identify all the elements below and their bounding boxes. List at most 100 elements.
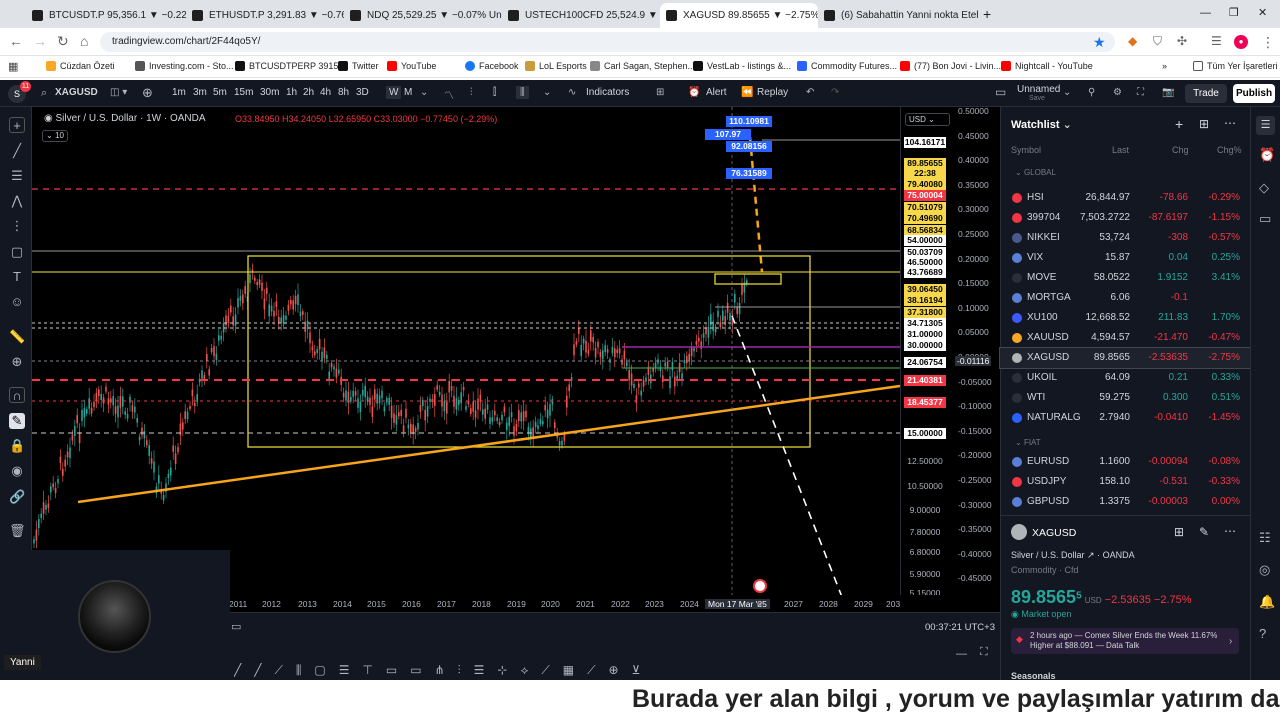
- watchlist-row[interactable]: XAGUSD 89.8565 -2.53635 -2.75%: [999, 347, 1251, 369]
- bookmark-item[interactable]: Carl Sagan, Stephen...: [590, 61, 695, 71]
- search-icon[interactable]: ⌕: [41, 87, 47, 100]
- interval-m[interactable]: M: [404, 87, 412, 98]
- symbol-search[interactable]: XAGUSD: [55, 87, 98, 98]
- interval-1h[interactable]: 1h: [286, 87, 297, 98]
- indicators-icon[interactable]: ∿: [568, 87, 576, 98]
- watchlist-row[interactable]: WTI 59.275 0.300 0.51%: [1000, 388, 1250, 408]
- candles-icon[interactable]: ⫼: [516, 86, 529, 99]
- event-flag-icon[interactable]: [753, 579, 767, 593]
- interval-15m[interactable]: 15m: [234, 87, 253, 98]
- watchlist-row[interactable]: USDJPY 158.10 -0.531 -0.33%: [1000, 472, 1250, 492]
- menu-icon[interactable]: ⋮: [1261, 34, 1275, 51]
- shield-icon[interactable]: ⛉: [1153, 34, 1162, 49]
- col-last[interactable]: Last: [1112, 145, 1129, 155]
- bookmark-item[interactable]: LoL Esports: [525, 61, 587, 71]
- templates-icon[interactable]: ⊞: [656, 87, 664, 98]
- help-icon[interactable]: ?: [1259, 626, 1266, 641]
- interval-1m[interactable]: 1m: [172, 87, 186, 98]
- settings-icon[interactable]: ⚙: [1113, 87, 1122, 98]
- section-fiat[interactable]: ⌄ FIAT: [1015, 438, 1041, 447]
- fib-icon[interactable]: ☰: [9, 168, 25, 184]
- undo-icon[interactable]: ↶: [806, 87, 814, 98]
- bar-style-icon[interactable]: ⫶: [470, 87, 473, 98]
- eye-icon[interactable]: ◉: [9, 463, 25, 479]
- url-field[interactable]: tradingview.com/chart/2F44qo5Y/: [100, 32, 1115, 52]
- col-chg-pct[interactable]: Chg%: [1217, 145, 1242, 155]
- shapes-icon[interactable]: ▢: [9, 244, 25, 260]
- drawing-favorites-icons[interactable]: ╱╱⟋⫼▢☰⊤▭▭⋔⫶☰⊹⟡⟋▦⟋⊕⊻: [234, 663, 854, 678]
- indicators-button[interactable]: Indicators: [586, 87, 629, 98]
- trendline-icon[interactable]: ╱: [9, 143, 25, 159]
- interval-w-active[interactable]: W: [386, 86, 402, 99]
- minimize-panel-icon[interactable]: —: [956, 648, 967, 660]
- watchlist-row[interactable]: HSI 26,844.97 -78.66 -0.29%: [1000, 188, 1250, 208]
- watchlist-row[interactable]: VIX 15.87 0.04 0.25%: [1000, 248, 1250, 268]
- trash-icon[interactable]: 🗑: [9, 523, 26, 539]
- col-chg[interactable]: Chg: [1172, 145, 1189, 155]
- add-symbol-icon[interactable]: ⊕: [142, 85, 153, 101]
- profile-avatar[interactable]: ●: [1234, 35, 1248, 49]
- line-chart-icon[interactable]: 〽: [444, 87, 454, 102]
- currency-select[interactable]: USD ⌄: [905, 113, 950, 126]
- legend-eye-icon[interactable]: ◉: [44, 113, 56, 124]
- replay-button[interactable]: Replay: [757, 87, 788, 98]
- maximize-icon[interactable]: ❐: [1229, 6, 1239, 19]
- all-bookmarks-button[interactable]: Tüm Yer İşaretleri: [1193, 61, 1278, 71]
- watchlist-title[interactable]: Watchlist ⌄: [1011, 118, 1072, 131]
- streams-icon[interactable]: ◎: [1259, 562, 1270, 578]
- emoji-icon[interactable]: ☺: [9, 294, 25, 310]
- reload-icon[interactable]: ↻: [57, 33, 69, 50]
- indicators-count[interactable]: ⌄ 10: [42, 130, 68, 142]
- chart-pane[interactable]: [32, 107, 900, 612]
- alert-button[interactable]: Alert: [706, 87, 727, 98]
- more-icon[interactable]: ⋯: [1224, 524, 1236, 538]
- interval-3d[interactable]: 3D: [356, 87, 369, 98]
- zoom-icon[interactable]: ⊕: [9, 354, 25, 370]
- chevron-down-icon[interactable]: ⌄: [1063, 87, 1071, 98]
- bookmark-item[interactable]: Facebook: [465, 61, 519, 71]
- chevron-down-icon[interactable]: ⌄: [543, 87, 551, 98]
- edit-icon[interactable]: ✎: [1199, 525, 1209, 539]
- ruler-icon[interactable]: 📏: [9, 329, 25, 345]
- bookmark-item[interactable]: Twitter: [338, 61, 379, 71]
- watchlist-row[interactable]: NATURALG 2.7940 -0.0410 -1.45%: [1000, 408, 1250, 428]
- watchlist-icon[interactable]: ☰: [1256, 116, 1275, 135]
- puzzle-icon[interactable]: ✣: [1177, 34, 1187, 48]
- bookmark-item[interactable]: Nightcall - YouTube: [1001, 61, 1093, 71]
- watchlist-row[interactable]: MORTGA 6.06 -0.1: [1000, 288, 1250, 308]
- chat-icon[interactable]: ▭: [1259, 211, 1271, 227]
- close-window-icon[interactable]: ✕: [1258, 6, 1267, 19]
- interval-4h[interactable]: 4h: [320, 87, 331, 98]
- add-symbol-icon[interactable]: +: [1175, 116, 1183, 132]
- watchlist-row[interactable]: XAUUSD 4,594.57 -21.470 -0.47%: [1000, 328, 1250, 348]
- interval-5m[interactable]: 5m: [213, 87, 227, 98]
- ideas-icon[interactable]: ☷: [1259, 530, 1271, 546]
- layout-icon[interactable]: ⊞: [1174, 525, 1184, 539]
- pattern-icon[interactable]: ⋀: [9, 193, 25, 209]
- forecast-icon[interactable]: ⋮: [9, 218, 25, 234]
- interval-3m[interactable]: 3m: [193, 87, 207, 98]
- browser-tab[interactable]: NDQ 25,529.25 ▼ −0.07% Unn✕: [344, 3, 502, 28]
- interval-8h[interactable]: 8h: [338, 87, 349, 98]
- lock-icon[interactable]: 🔒: [9, 438, 25, 454]
- section-global[interactable]: ⌄ GLOBAL: [1015, 168, 1056, 177]
- media-icon[interactable]: ☰: [1211, 34, 1222, 48]
- link-icon[interactable]: 🔗: [9, 489, 25, 505]
- browser-tab[interactable]: ETHUSDT.P 3,291.83 ▼ −0.76%✕: [186, 3, 344, 28]
- notifications-icon[interactable]: 🔔: [1259, 594, 1275, 610]
- layout-icon[interactable]: ▭: [995, 85, 1006, 99]
- interval-2h[interactable]: 2h: [303, 87, 314, 98]
- bookmark-star-icon[interactable]: ★: [1093, 34, 1106, 51]
- magnet-icon[interactable]: ∩: [9, 387, 25, 403]
- new-tab-button[interactable]: +: [983, 6, 991, 22]
- bookmark-item[interactable]: BTCUSDTPERP 3915...: [235, 61, 346, 71]
- redo-icon[interactable]: ↷: [831, 87, 839, 98]
- calendar-icon[interactable]: ▭: [231, 620, 241, 633]
- text-icon[interactable]: T: [9, 269, 25, 285]
- bookmark-item[interactable]: YouTube: [387, 61, 436, 71]
- extension-icon[interactable]: ◆: [1128, 34, 1137, 48]
- watchlist-row[interactable]: XU100 12,668.52 211.83 1.70%: [1000, 308, 1250, 328]
- minimize-icon[interactable]: —: [1200, 7, 1211, 19]
- browser-tab[interactable]: USTECH100CFD 25,524.9 ▼ −0.✕: [502, 3, 660, 28]
- alerts-icon[interactable]: ⏰: [1259, 147, 1275, 163]
